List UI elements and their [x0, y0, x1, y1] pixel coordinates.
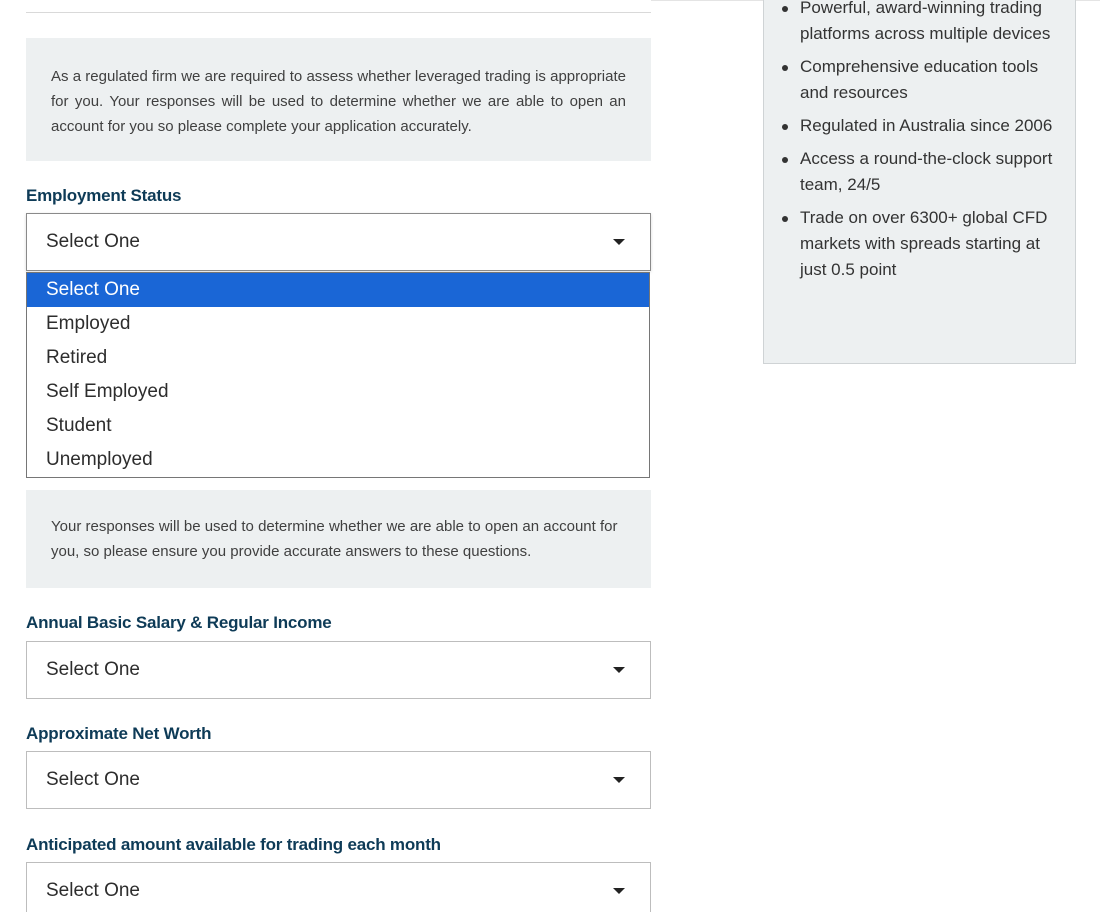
annual-income-select[interactable]: Select One [26, 641, 651, 699]
employment-status-value: Select One [46, 231, 140, 252]
caret-down-icon [613, 888, 625, 894]
bullet-icon [782, 6, 788, 12]
accuracy-notice: Your responses will be used to determine… [26, 490, 651, 588]
employment-status-select[interactable]: Select One [26, 213, 651, 271]
assessment-notice: As a regulated firm we are required to a… [26, 38, 651, 161]
option-select-one[interactable]: Select One [27, 273, 649, 307]
net-worth-value: Select One [46, 769, 140, 790]
option-student[interactable]: Student [27, 409, 649, 443]
monthly-trading-amount-label: Anticipated amount available for trading… [26, 835, 441, 854]
benefit-item: Access a round-the-clock support team, 2… [780, 146, 1065, 198]
application-form-page: As a regulated firm we are required to a… [0, 0, 1100, 912]
bullet-icon [782, 216, 788, 222]
option-retired[interactable]: Retired [27, 341, 649, 375]
employment-status-options: Select One Employed Retired Self Employe… [26, 272, 650, 478]
benefit-item: Regulated in Australia since 2006 [780, 113, 1065, 139]
section-divider [26, 12, 651, 13]
monthly-trading-amount-select[interactable]: Select One [26, 862, 651, 912]
annual-income-label: Annual Basic Salary & Regular Income [26, 613, 332, 632]
benefit-item: Powerful, award-winning trading platform… [780, 0, 1065, 47]
benefit-text: Comprehensive education tools and resour… [800, 57, 1039, 102]
accuracy-notice-text: Your responses will be used to determine… [51, 518, 618, 560]
net-worth-label: Approximate Net Worth [26, 724, 212, 743]
annual-income-value: Select One [46, 659, 140, 680]
net-worth-select[interactable]: Select One [26, 751, 651, 809]
option-self-employed[interactable]: Self Employed [27, 375, 649, 409]
employment-status-label: Employment Status [26, 186, 182, 205]
benefit-item: Trade on over 6300+ global CFD markets w… [780, 205, 1065, 283]
bullet-icon [782, 157, 788, 163]
caret-down-icon [613, 667, 625, 673]
assessment-notice-text: As a regulated firm we are required to a… [51, 68, 626, 135]
benefit-text: Regulated in Australia since 2006 [800, 116, 1053, 135]
bullet-icon [782, 65, 788, 71]
benefits-list: Powerful, award-winning trading platform… [780, 0, 1065, 290]
caret-down-icon [613, 777, 625, 783]
benefit-text: Powerful, award-winning trading platform… [800, 0, 1051, 43]
monthly-trading-amount-value: Select One [46, 880, 140, 901]
caret-down-icon [613, 239, 625, 245]
benefit-item: Comprehensive education tools and resour… [780, 54, 1065, 106]
bullet-icon [782, 124, 788, 130]
benefit-text: Trade on over 6300+ global CFD markets w… [800, 208, 1048, 279]
benefits-panel: Powerful, award-winning trading platform… [763, 0, 1076, 364]
option-employed[interactable]: Employed [27, 307, 649, 341]
option-unemployed[interactable]: Unemployed [27, 443, 649, 477]
benefit-text: Access a round-the-clock support team, 2… [800, 149, 1053, 194]
